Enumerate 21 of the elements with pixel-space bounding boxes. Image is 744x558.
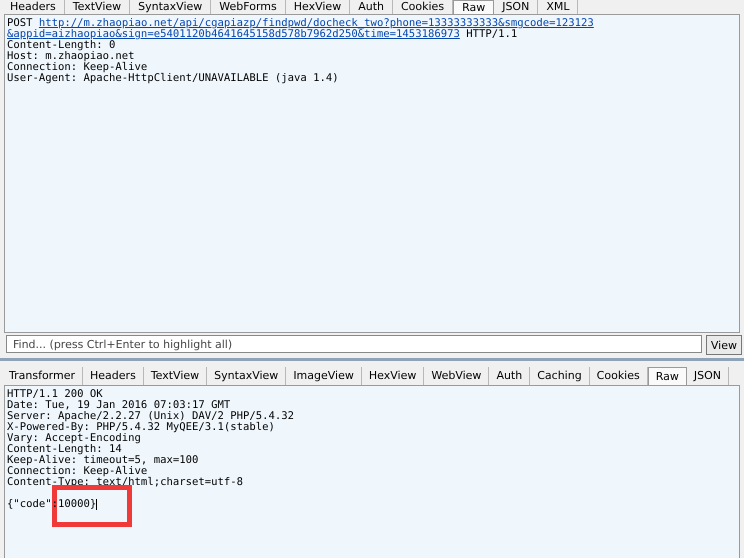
header-line: HTTP/1.1 200 OK (7, 389, 103, 400)
find-field[interactable]: Find... (press Ctrl+Enter to highlight all) (6, 335, 702, 353)
header-line: Server: Apache/2.2.27 (Unix) DAV/2 PHP/5.4.32 (7, 411, 294, 422)
header-line: Connection: Keep-Alive (7, 62, 148, 73)
header-line: Host: m.zhaopiao.net (7, 51, 135, 62)
header-line: Connection: Keep-Alive (7, 466, 148, 477)
header-line: User-Agent: Apache-HttpClient/UNAVAILABLE (java 1.4) (7, 73, 339, 84)
http-version: HTTP/1.1 (466, 29, 518, 40)
view-button[interactable]: View (706, 335, 742, 355)
tab[interactable]: Raw (648, 367, 687, 385)
header-line: Date: Tue, 19 Jan 2016 07:03:17 GMT (7, 400, 230, 411)
url-link[interactable]: &appid=aizhaopiao&sign=e5401120b4641645158d578b7962d250&time=1453186973 (7, 29, 460, 40)
tab[interactable]: Raw (453, 0, 494, 14)
header-line: Content-Length: 0 (7, 40, 116, 51)
header-line: Content-Type: text/html;charset=utf-8 (7, 477, 243, 488)
header-line: Content-Length: 14 (7, 444, 122, 455)
header-line: Keep-Alive: timeout=5, max=100 (7, 455, 198, 466)
request-method: POST (7, 18, 34, 29)
header-line: X-Powered-By: PHP/5.4.32 MyQEE/3.1(stable) (7, 422, 275, 433)
header-line: Vary: Accept-Encoding (7, 433, 141, 444)
url-link[interactable]: http://m.zhaopiao.net/api/cgapiazp/findpwd/docheck_two?phone=13333333333&smgcode=123123 (38, 18, 594, 29)
